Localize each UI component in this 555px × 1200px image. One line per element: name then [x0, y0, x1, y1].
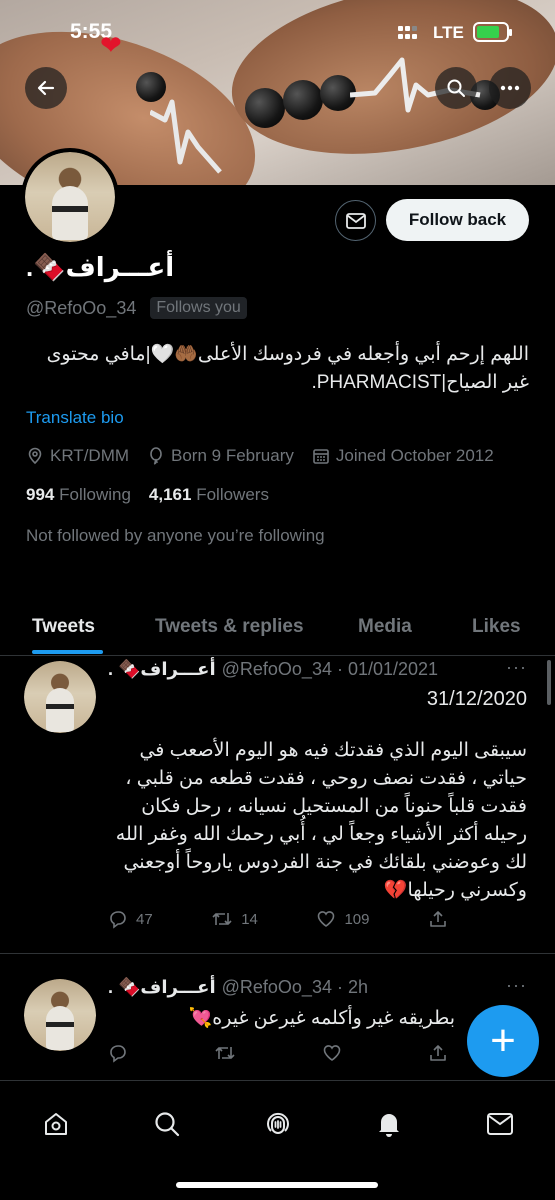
following-label: Following	[59, 485, 131, 504]
following-count: 994	[26, 485, 55, 504]
tweet-date-line: 31/12/2020	[426, 688, 527, 710]
tab-tweets[interactable]: Tweets	[32, 616, 95, 638]
status-bar: 5:55 ❤ LTE	[0, 0, 555, 64]
banner-bead	[283, 80, 323, 120]
back-icon	[37, 80, 55, 96]
followers-label: Followers	[196, 485, 269, 504]
spaces-icon	[267, 1112, 289, 1134]
tweet-header: أعـــراف🍫 . @RefoOo_34 · 2h	[108, 977, 531, 998]
share-icon	[430, 1045, 446, 1061]
like-button[interactable]	[322, 1043, 342, 1063]
birthday-text: Born 9 February	[171, 446, 294, 465]
heartbeat-charm-left	[150, 99, 222, 174]
share-button[interactable]	[428, 1043, 448, 1063]
active-tab-indicator	[32, 650, 103, 654]
profile-meta: KRT/DMM Born 9 February Joined October 2…	[26, 446, 494, 466]
tweet-author-name: أعـــراف🍫 .	[108, 977, 216, 997]
birthday-item: Born 9 February	[147, 446, 294, 466]
like-icon	[323, 1045, 341, 1061]
followers-count: 4,161	[148, 485, 192, 504]
tab-media[interactable]: Media	[358, 616, 412, 638]
translate-bio-link[interactable]: Translate bio	[26, 408, 124, 428]
not-followed-note: Not followed by anyone you’re following	[26, 526, 325, 545]
like-button[interactable]: 109	[316, 909, 369, 929]
tweet-actions: 47 14 109	[108, 909, 448, 929]
tweet-more-icon[interactable]: ···	[506, 975, 527, 996]
home-indicator[interactable]	[176, 1182, 378, 1188]
profile-tabs: Tweets Tweets & replies Media Likes	[0, 598, 555, 656]
profile-avatar[interactable]	[21, 148, 119, 246]
follows-you-badge: Follows you	[150, 297, 247, 319]
joined-item: Joined October 2012	[312, 446, 494, 466]
explore-icon	[155, 1112, 180, 1137]
like-count: 109	[344, 910, 370, 928]
like-icon	[318, 911, 335, 927]
share-icon	[430, 911, 446, 927]
profile-handle: @RefoOo_34	[26, 297, 137, 318]
nav-home[interactable]	[41, 1109, 71, 1139]
notifications-icon	[379, 1114, 399, 1137]
message-button[interactable]	[335, 200, 376, 241]
reply-icon	[110, 1045, 126, 1063]
banner-bead	[245, 88, 285, 128]
follow-back-button[interactable]: Follow back	[386, 199, 529, 241]
tweet-item[interactable]: أعـــراف🍫 . @RefoOo_34 · 2h ··· بطريقه غ…	[0, 955, 555, 1080]
follow-counts: 994 Following 4,161 Followers	[26, 485, 269, 505]
retweet-icon	[215, 1047, 235, 1059]
signal-icon	[398, 26, 422, 42]
share-button[interactable]	[428, 909, 448, 929]
tweet-actions	[108, 1043, 448, 1063]
compose-tweet-button[interactable]: +	[467, 1005, 539, 1077]
nav-explore[interactable]	[152, 1109, 182, 1139]
handle-row: @RefoOo_34 Follows you	[26, 297, 247, 319]
tweet-header: أعـــراف🍫 . @RefoOo_34 · 01/01/2021	[108, 659, 531, 680]
location-item: KRT/DMM	[26, 446, 129, 466]
more-icon	[500, 85, 520, 91]
home-icon	[45, 1113, 67, 1135]
nav-notifications[interactable]	[374, 1109, 404, 1139]
following-link[interactable]: 994 Following	[26, 485, 131, 505]
location-text: KRT/DMM	[50, 446, 130, 465]
messages-icon	[487, 1113, 513, 1135]
envelope-icon	[345, 212, 366, 229]
back-button[interactable]	[25, 67, 67, 109]
search-button[interactable]	[435, 67, 477, 109]
tab-tweets-replies[interactable]: Tweets & replies	[155, 616, 304, 638]
retweet-button[interactable]	[214, 1043, 236, 1063]
heart-icon: ❤	[100, 30, 122, 60]
battery-icon	[473, 22, 512, 42]
tweet-text: سيبقى اليوم الذي فقدتك فيه هو اليوم الأص…	[115, 740, 527, 901]
nav-spaces[interactable]	[263, 1109, 293, 1139]
reply-icon	[110, 911, 126, 929]
calendar-icon	[313, 449, 329, 464]
followers-link[interactable]: 4,161 Followers	[149, 485, 269, 505]
location-pin-icon	[28, 447, 42, 465]
search-icon	[447, 79, 465, 97]
retweet-button[interactable]: 14	[211, 909, 258, 929]
tweet-text: بطريقه غير وأكلمه غيرعن غيره💘	[188, 1008, 455, 1029]
profile-bio: اللهم إرحم أبي وأجعله في فردوسك الأعلى🤲🏾…	[46, 344, 529, 393]
network-label: LTE	[433, 23, 464, 42]
scrollbar-thumb[interactable]	[547, 660, 551, 705]
reply-count: 47	[136, 910, 153, 928]
reply-button[interactable]: 47	[108, 909, 153, 929]
tweet-item[interactable]: أعـــراف🍫 . @RefoOo_34 · 01/01/2021 ··· …	[0, 657, 555, 954]
tab-likes[interactable]: Likes	[472, 616, 521, 638]
retweet-count: 14	[241, 910, 258, 928]
balloon-icon	[150, 447, 162, 465]
tweet-meta: @RefoOo_34 · 01/01/2021	[221, 659, 439, 679]
retweet-icon	[212, 913, 232, 925]
reply-button[interactable]	[108, 1043, 128, 1063]
tweet-meta: @RefoOo_34 · 2h	[221, 977, 368, 997]
tweet-avatar[interactable]	[24, 661, 96, 733]
nav-messages[interactable]	[485, 1109, 515, 1139]
joined-text: Joined October 2012	[335, 446, 494, 465]
more-button[interactable]	[489, 67, 531, 109]
tweet-more-icon[interactable]: ···	[506, 657, 527, 678]
profile-display-name: أعـــراف🍫.	[26, 252, 175, 282]
tweet-author-name: أعـــراف🍫 .	[108, 659, 216, 679]
tweet-avatar[interactable]	[24, 979, 96, 1051]
